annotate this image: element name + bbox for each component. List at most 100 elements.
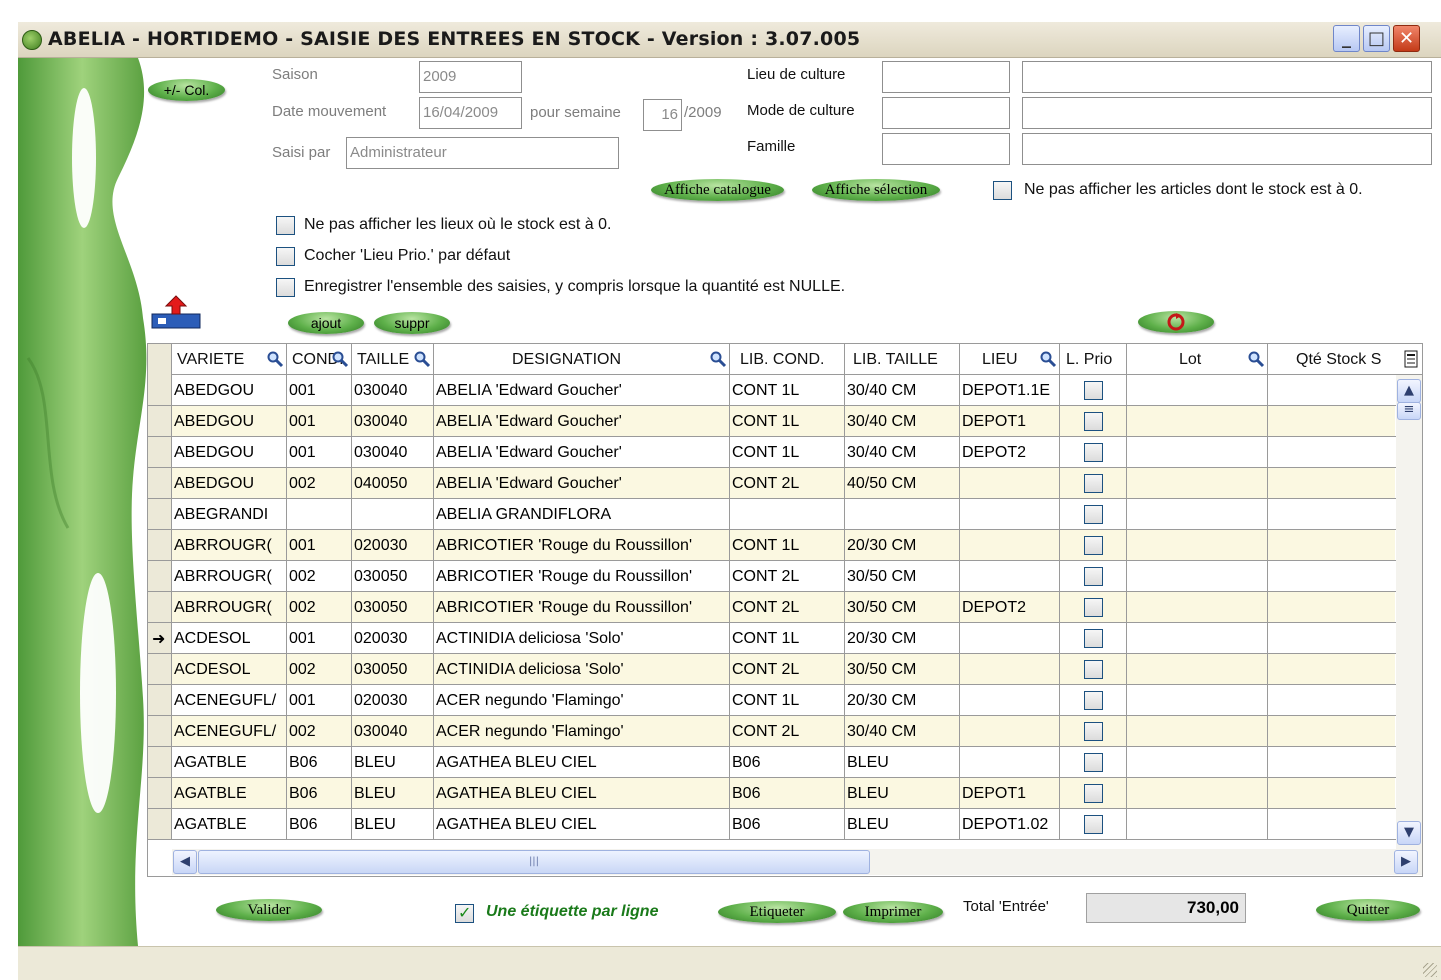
cell-cond[interactable]: 001 <box>287 685 352 716</box>
cell-cond[interactable]: 002 <box>287 561 352 592</box>
cell-cond[interactable]: 001 <box>287 406 352 437</box>
cell-cond[interactable]: 002 <box>287 716 352 747</box>
lieux-stock0-checkbox[interactable] <box>276 216 295 235</box>
search-icon[interactable] <box>1247 350 1265 368</box>
cell-designation[interactable]: ACER negundo 'Flamingo' <box>434 716 730 747</box>
cell-cond[interactable]: B06 <box>287 809 352 840</box>
cell-lib-taille[interactable]: 20/30 CM <box>845 623 960 654</box>
scroll-up-button[interactable]: ▲ <box>1397 379 1421 403</box>
cell-lot[interactable] <box>1127 747 1268 778</box>
cell-lib-taille[interactable]: 20/30 CM <box>845 530 960 561</box>
cell-qte-stock[interactable] <box>1268 685 1396 716</box>
cell-qte-stock[interactable] <box>1268 592 1396 623</box>
search-icon[interactable] <box>266 350 284 368</box>
mode-culture-desc-field[interactable] <box>1022 97 1432 129</box>
cell-variete[interactable]: ABEDGOU <box>172 375 287 406</box>
cell-lot[interactable] <box>1127 561 1268 592</box>
search-icon[interactable] <box>709 350 727 368</box>
cell-designation[interactable]: AGATHEA BLEU CIEL <box>434 747 730 778</box>
affiche-catalogue-button[interactable]: Affiche catalogue <box>651 179 784 201</box>
cell-lib-cond[interactable]: CONT 2L <box>730 468 845 499</box>
cell-qte-stock[interactable] <box>1268 499 1396 530</box>
cell-designation[interactable]: ABRICOTIER 'Rouge du Roussillon' <box>434 561 730 592</box>
cell-lib-cond[interactable]: CONT 1L <box>730 375 845 406</box>
cell-lib-taille[interactable]: 20/30 CM <box>845 685 960 716</box>
col-qte-stock[interactable]: Qté Stock S <box>1268 344 1422 375</box>
col-lprio[interactable]: L. Prio <box>1060 344 1127 375</box>
cell-lib-taille[interactable]: BLEU <box>845 809 960 840</box>
row-selector[interactable] <box>148 685 172 716</box>
row-selector[interactable] <box>148 809 172 840</box>
cell-taille[interactable]: 030040 <box>352 406 434 437</box>
cell-qte-stock[interactable] <box>1268 561 1396 592</box>
table-row[interactable]: ABEDGOU 001 030040 ABELIA 'Edward Goucher' C… <box>148 406 1396 437</box>
cell-variete[interactable]: AGATBLE <box>172 778 287 809</box>
cell-designation[interactable]: ABELIA 'Edward Goucher' <box>434 468 730 499</box>
cell-cond[interactable]: B06 <box>287 747 352 778</box>
cell-variete[interactable]: AGATBLE <box>172 809 287 840</box>
cell-lib-cond[interactable]: CONT 1L <box>730 437 845 468</box>
cell-lot[interactable] <box>1127 406 1268 437</box>
lieu-prio-row-checkbox[interactable] <box>1084 412 1103 431</box>
cell-lib-taille[interactable]: 30/50 CM <box>845 561 960 592</box>
cell-designation[interactable]: ABRICOTIER 'Rouge du Roussillon' <box>434 530 730 561</box>
lieu-prio-row-checkbox[interactable] <box>1084 443 1103 462</box>
table-row[interactable]: ABRROUGR(002 030050 ABRICOTIER 'Rouge du R… <box>148 592 1396 623</box>
etiquette-par-ligne-checkbox[interactable] <box>455 903 474 923</box>
resize-grip[interactable] <box>1423 963 1437 977</box>
table-row[interactable]: AGATBLE B06 BLEU AGATHEA BLEU CIEL B06 BLEU DE… <box>148 778 1396 809</box>
row-selector[interactable] <box>148 561 172 592</box>
cell-variete[interactable]: ABEDGOU <box>172 406 287 437</box>
cell-qte-stock[interactable] <box>1268 437 1396 468</box>
cell-qte-stock[interactable] <box>1268 406 1396 437</box>
horizontal-scrollbar[interactable]: ◀ ||| ▶ <box>172 849 1422 875</box>
lieu-prio-row-checkbox[interactable] <box>1084 567 1103 586</box>
lieu-prio-row-checkbox[interactable] <box>1084 381 1103 400</box>
cell-designation[interactable]: ABELIA 'Edward Goucher' <box>434 375 730 406</box>
lieu-prio-row-checkbox[interactable] <box>1084 660 1103 679</box>
row-selector[interactable] <box>148 716 172 747</box>
suppr-button[interactable]: suppr <box>374 312 450 334</box>
cell-cond[interactable]: 002 <box>287 654 352 685</box>
cell-variete[interactable]: ABEDGOU <box>172 437 287 468</box>
imprimer-button[interactable]: Imprimer <box>843 901 943 923</box>
cell-lib-cond[interactable]: CONT 2L <box>730 654 845 685</box>
cell-lot[interactable] <box>1127 778 1268 809</box>
cell-lieu[interactable] <box>960 561 1060 592</box>
cell-taille[interactable]: BLEU <box>352 778 434 809</box>
lieu-culture-code-field[interactable] <box>882 61 1010 93</box>
close-button[interactable]: ✕ <box>1393 25 1420 52</box>
cell-lieu[interactable] <box>960 685 1060 716</box>
cell-designation[interactable]: AGATHEA BLEU CIEL <box>434 778 730 809</box>
table-row[interactable]: AGATBLE B06 BLEU AGATHEA BLEU CIEL B06 BLEU DE… <box>148 809 1396 840</box>
row-selector[interactable] <box>148 468 172 499</box>
famille-desc-field[interactable] <box>1022 133 1432 165</box>
lieu-prio-row-checkbox[interactable] <box>1084 474 1103 493</box>
cell-lib-cond[interactable]: CONT 2L <box>730 561 845 592</box>
cell-cond[interactable]: 002 <box>287 468 352 499</box>
cell-lib-taille[interactable]: 40/50 CM <box>845 468 960 499</box>
cell-lib-cond[interactable] <box>730 499 845 530</box>
lieu-prio-row-checkbox[interactable] <box>1084 815 1103 834</box>
cell-lieu[interactable]: DEPOT1.1E <box>960 375 1060 406</box>
cell-qte-stock[interactable] <box>1268 623 1396 654</box>
cell-taille[interactable] <box>352 499 434 530</box>
minimize-button[interactable]: _ <box>1333 25 1360 52</box>
lieu-prio-checkbox[interactable] <box>276 247 295 266</box>
lieu-prio-row-checkbox[interactable] <box>1084 784 1103 803</box>
scroll-thumb-horizontal[interactable]: ||| <box>198 850 870 874</box>
cell-lib-taille[interactable]: BLEU <box>845 778 960 809</box>
cell-lib-cond[interactable]: CONT 1L <box>730 685 845 716</box>
scroll-thumb-vertical[interactable]: ≡ <box>1397 402 1421 420</box>
quitter-button[interactable]: Quitter <box>1316 899 1420 921</box>
mode-culture-code-field[interactable] <box>882 97 1010 129</box>
row-selector[interactable] <box>148 406 172 437</box>
lieu-prio-row-checkbox[interactable] <box>1084 629 1103 648</box>
cell-lib-cond[interactable]: CONT 2L <box>730 716 845 747</box>
cell-taille[interactable]: 030050 <box>352 654 434 685</box>
lieu-prio-row-checkbox[interactable] <box>1084 505 1103 524</box>
cell-lieu[interactable]: DEPOT2 <box>960 437 1060 468</box>
cell-taille[interactable]: 030040 <box>352 716 434 747</box>
cell-qte-stock[interactable] <box>1268 468 1396 499</box>
cell-cond[interactable]: B06 <box>287 778 352 809</box>
